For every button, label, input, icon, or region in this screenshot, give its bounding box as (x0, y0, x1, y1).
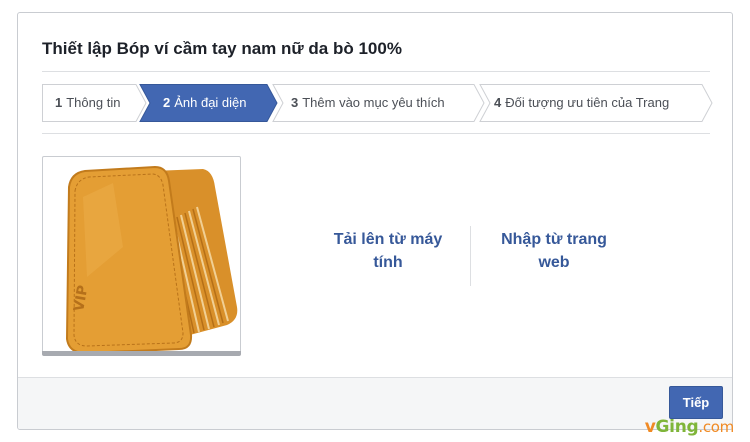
watermark-ging: Ging (655, 417, 699, 437)
wallet-photo: VIP (65, 165, 238, 353)
step-2[interactable]: 2 Ảnh đại diện (163, 84, 247, 122)
import-from-website-link[interactable]: Nhập từ trang web (486, 228, 622, 274)
watermark-logo: vGing.com (644, 417, 735, 437)
profile-photo-shadow (42, 351, 241, 356)
watermark-v: v (644, 417, 656, 437)
step-4-label: Đối tượng ưu tiên của Trang (505, 95, 670, 110)
step-3-number: 3 (291, 95, 299, 110)
watermark-com: .com (698, 418, 734, 436)
step-2-number: 2 (163, 95, 171, 110)
next-button[interactable]: Tiếp (669, 386, 723, 419)
setup-steps: 1 Thông tin 2 Ảnh đại diện 3 Thêm vào mục y… (42, 84, 713, 122)
actions-divider (470, 226, 471, 286)
upload-from-computer-link[interactable]: Tải lên từ máy tính (320, 228, 456, 274)
step-4[interactable]: 4 Đối tượng ưu tiên của Trang (494, 84, 669, 122)
setup-dialog: Thiết lập Bóp ví cầm tay nam nữ da bò 10… (17, 12, 733, 430)
step-2-label: Ảnh đại diện (174, 95, 247, 110)
title-divider (42, 71, 710, 72)
step-1[interactable]: 1 Thông tin (55, 84, 120, 122)
step-3-label: Thêm vào mục yêu thích (302, 95, 445, 110)
steps-divider (42, 133, 710, 134)
dialog-title: Thiết lập Bóp ví cầm tay nam nữ da bò 10… (42, 39, 402, 58)
profile-photo-card: VIP (42, 156, 241, 354)
step-1-number: 1 (55, 95, 63, 110)
step-1-label: Thông tin (66, 95, 121, 110)
step-3[interactable]: 3 Thêm vào mục yêu thích (291, 84, 445, 122)
step-4-number: 4 (494, 95, 502, 110)
dialog-footer (18, 377, 732, 429)
